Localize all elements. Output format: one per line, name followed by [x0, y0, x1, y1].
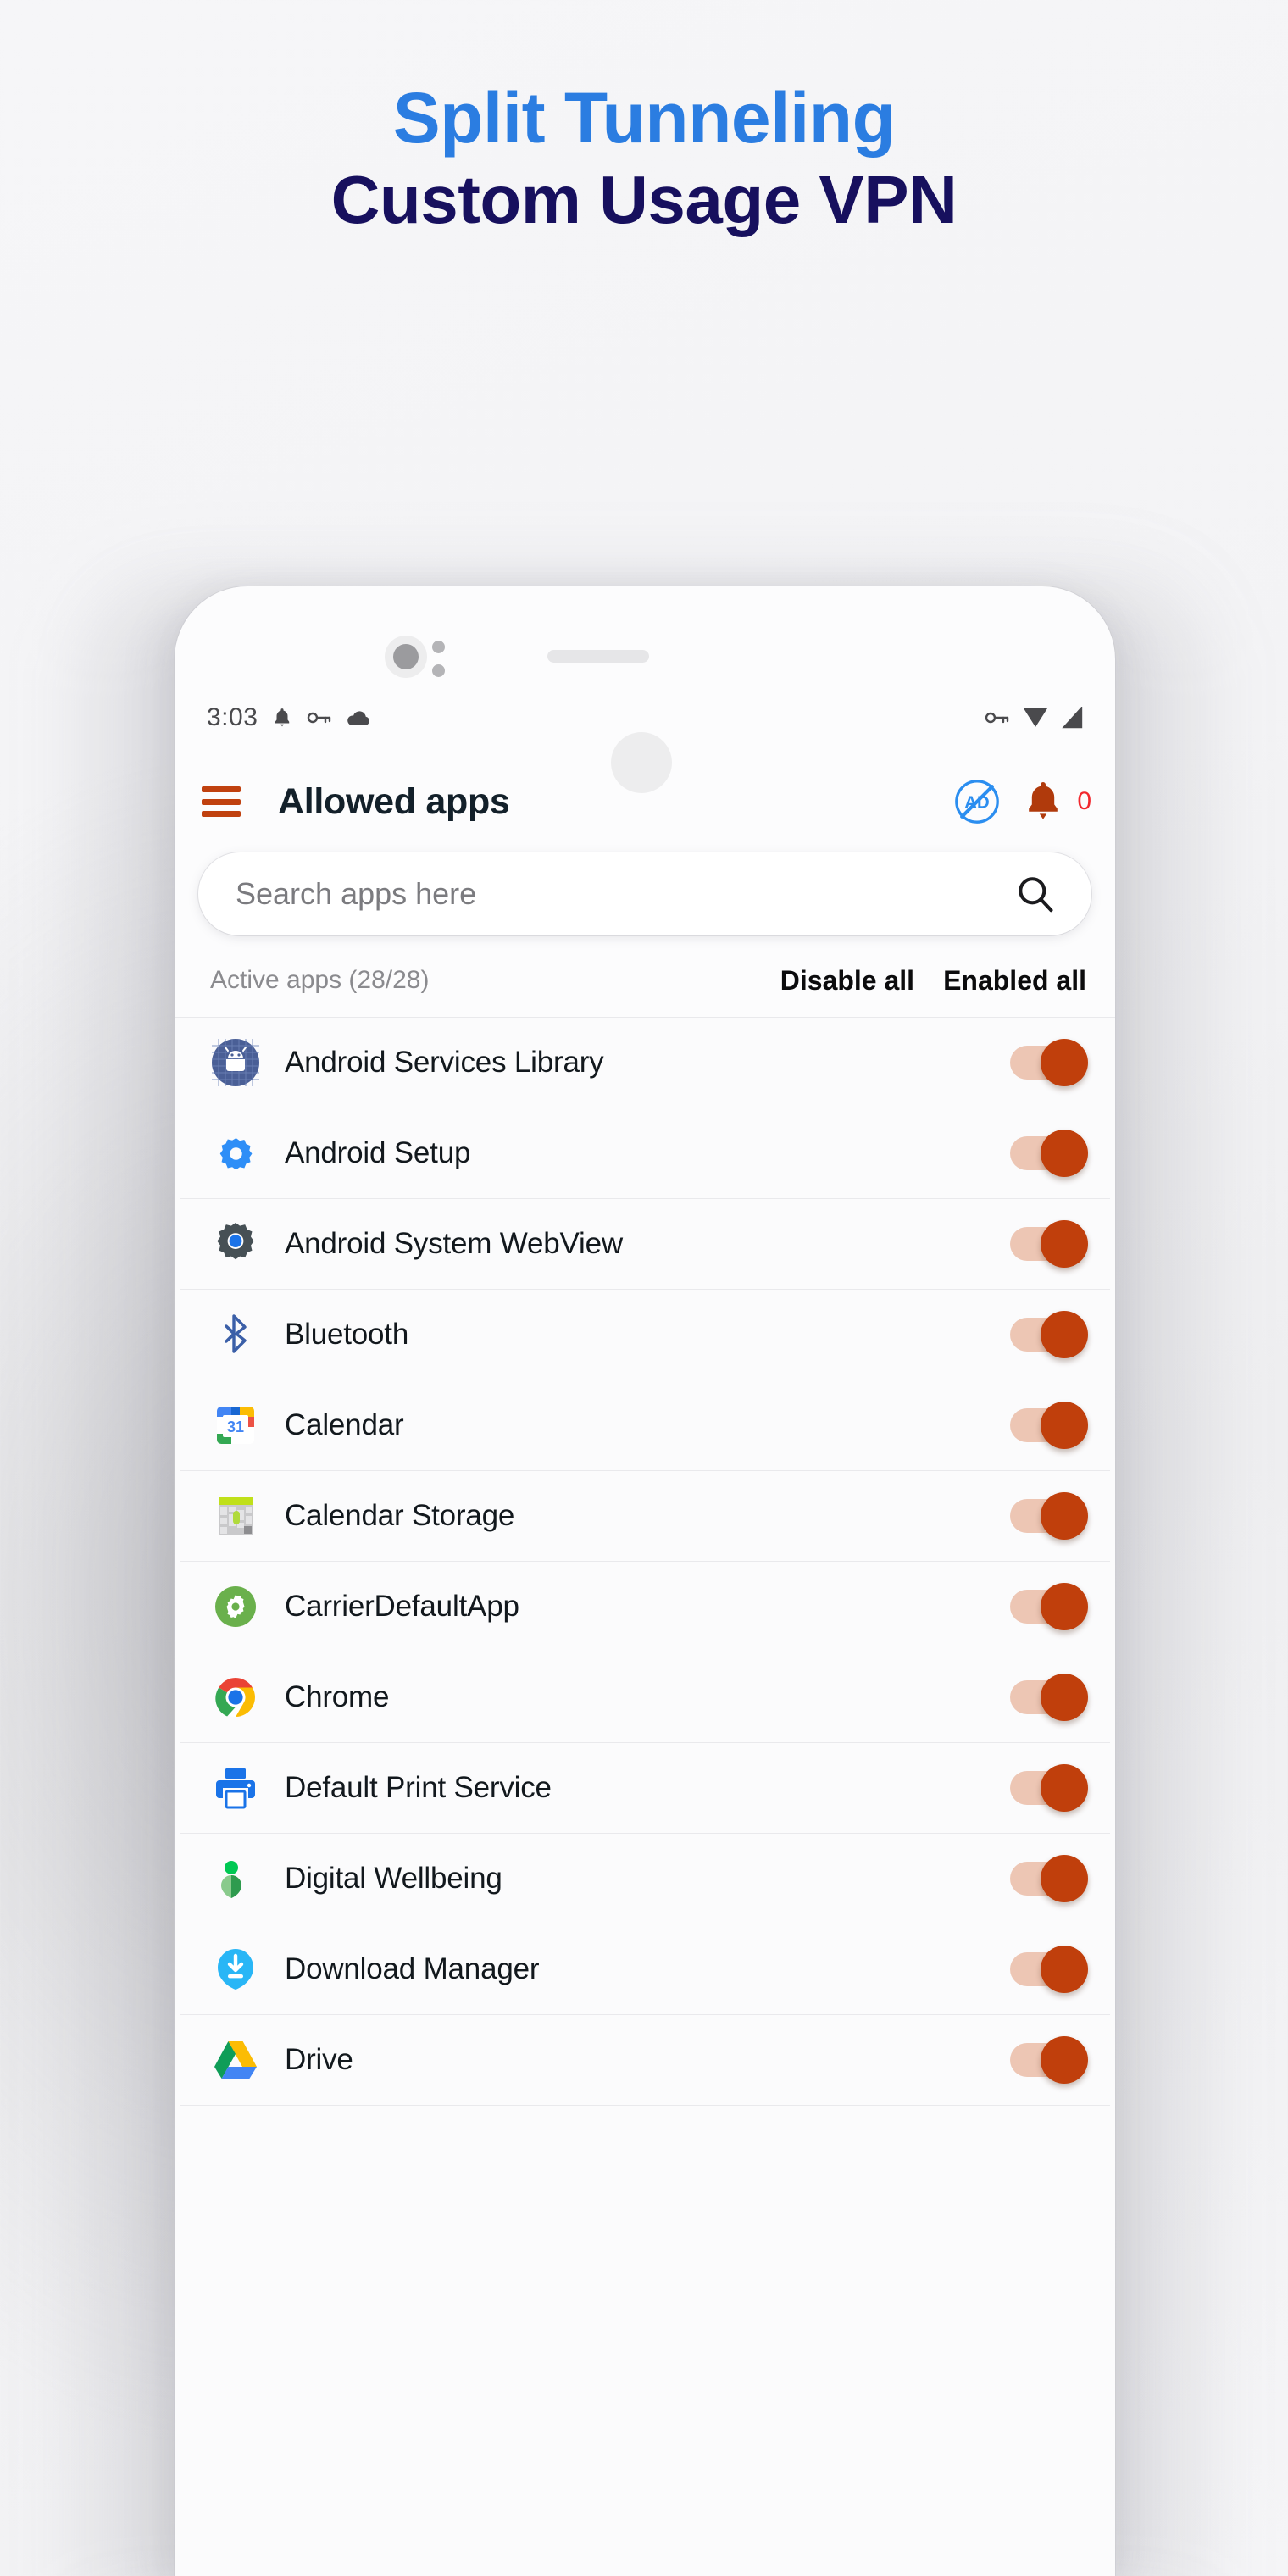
toggle-thumb	[1041, 1130, 1088, 1177]
google-calendar-icon: 31	[212, 1402, 259, 1449]
app-enable-toggle[interactable]	[1010, 1674, 1088, 1721]
key-icon	[985, 712, 1009, 724]
sensor-dot-icon	[432, 641, 445, 653]
sensor-dot-icon	[432, 664, 445, 677]
signal-icon	[1062, 707, 1083, 729]
app-list-row[interactable]: Default Print Service	[180, 1743, 1110, 1834]
promo-headline: Split Tunneling Custom Usage VPN	[0, 80, 1288, 238]
app-list-row[interactable]: CarrierDefaultApp	[180, 1562, 1110, 1652]
app-list-row[interactable]: Calendar Storage	[180, 1471, 1110, 1562]
page-title: Allowed apps	[278, 780, 510, 822]
google-drive-icon	[212, 2036, 259, 2084]
app-list-row[interactable]: Download Manager	[180, 1924, 1110, 2015]
disable-all-button[interactable]: Disable all	[780, 965, 914, 997]
toggle-thumb	[1041, 1855, 1088, 1902]
bluetooth-icon	[212, 1311, 259, 1358]
cloud-icon	[347, 711, 370, 725]
notification-badge: 0	[1077, 787, 1091, 815]
app-bar-actions: AD 0	[953, 778, 1091, 825]
app-name-label: Chrome	[285, 1680, 390, 1713]
app-enable-toggle[interactable]	[1010, 1220, 1088, 1268]
phone-mockup: 3:03 Allowed apps 0 Search apps here Act…	[175, 586, 1115, 2576]
app-list-row[interactable]: 31 Calendar	[180, 1380, 1110, 1471]
toggle-thumb	[1041, 1311, 1088, 1358]
wifi-icon	[1024, 708, 1047, 727]
download-manager-icon	[212, 1946, 259, 1993]
app-name-label: Digital Wellbeing	[285, 1862, 502, 1895]
app-list-row[interactable]: Android System WebView	[180, 1199, 1110, 1290]
calendar-storage-icon	[212, 1492, 259, 1540]
toggle-thumb	[1041, 1492, 1088, 1540]
app-name-label: Android Services Library	[285, 1046, 604, 1079]
app-name-label: Default Print Service	[285, 1771, 552, 1804]
headline-line-1: Split Tunneling	[392, 78, 896, 158]
app-enable-toggle[interactable]	[1010, 1946, 1088, 1993]
ad-block-icon[interactable]: AD	[953, 778, 1001, 825]
svg-text:31: 31	[227, 1418, 244, 1435]
toggle-thumb	[1041, 1674, 1088, 1721]
chrome-icon	[212, 1674, 259, 1721]
app-enable-toggle[interactable]	[1010, 1492, 1088, 1540]
front-camera-icon	[385, 636, 427, 678]
toggle-thumb	[1041, 1220, 1088, 1268]
app-list-row[interactable]: Chrome	[180, 1652, 1110, 1743]
status-bar-right	[985, 707, 1085, 729]
app-name-label: Download Manager	[285, 1952, 540, 1985]
app-list-row[interactable]: Android Services Library	[180, 1018, 1110, 1108]
toggle-thumb	[1041, 1946, 1088, 1993]
toggle-thumb	[1041, 1402, 1088, 1449]
hamburger-menu-icon[interactable]	[202, 786, 241, 817]
app-name-label: Android Setup	[285, 1136, 471, 1169]
app-name-label: CarrierDefaultApp	[285, 1590, 519, 1623]
android-setup-icon	[212, 1130, 259, 1177]
toggle-thumb	[1041, 1583, 1088, 1630]
app-name-label: Bluetooth	[285, 1318, 409, 1351]
enable-all-button[interactable]: Enabled all	[943, 965, 1086, 997]
app-enable-toggle[interactable]	[1010, 2036, 1088, 2084]
app-name-label: Android System WebView	[285, 1227, 623, 1260]
headline-line-2: Custom Usage VPN	[330, 162, 958, 238]
search-input-placeholder[interactable]: Search apps here	[236, 876, 1015, 912]
bell-icon	[275, 708, 290, 727]
toggle-thumb	[1041, 1764, 1088, 1812]
app-enable-toggle[interactable]	[1010, 1402, 1088, 1449]
bulk-action-group: Disable all Enabled all	[780, 965, 1086, 997]
app-name-label: Calendar	[285, 1408, 404, 1441]
toggle-thumb	[1041, 1039, 1088, 1086]
app-enable-toggle[interactable]	[1010, 1130, 1088, 1177]
app-enable-toggle[interactable]	[1010, 1583, 1088, 1630]
digital-wellbeing-icon	[212, 1855, 259, 1902]
bell-icon[interactable]	[1023, 780, 1063, 824]
app-enable-toggle[interactable]	[1010, 1311, 1088, 1358]
status-clock: 3:03	[207, 703, 258, 731]
app-enable-toggle[interactable]	[1010, 1855, 1088, 1902]
android-system-webview-icon	[212, 1220, 259, 1268]
app-list-row[interactable]: Drive	[180, 2015, 1110, 2106]
app-list[interactable]: Android Services Library Android Setup A…	[175, 1017, 1115, 2576]
app-enable-toggle[interactable]	[1010, 1039, 1088, 1086]
active-apps-count: Active apps (28/28)	[210, 966, 430, 994]
app-list-row[interactable]: Android Setup	[180, 1108, 1110, 1199]
key-icon	[308, 712, 331, 724]
status-bar-left: 3:03	[207, 703, 371, 732]
search-icon[interactable]	[1015, 874, 1056, 914]
android-services-library-icon	[212, 1039, 259, 1086]
app-name-label: Calendar Storage	[285, 1499, 515, 1532]
app-enable-toggle[interactable]	[1010, 1764, 1088, 1812]
earpiece-speaker	[547, 650, 649, 663]
list-header-row: Active apps (28/28) Disable all Enabled …	[175, 952, 1115, 1008]
app-name-label: Drive	[285, 2043, 353, 2076]
search-box[interactable]: Search apps here	[198, 852, 1091, 935]
search-bar[interactable]: Search apps here	[198, 852, 1091, 935]
carrier-default-app-icon	[212, 1583, 259, 1630]
toggle-thumb	[1041, 2036, 1088, 2084]
face-unlock-indicator	[611, 732, 672, 793]
app-list-row[interactable]: Digital Wellbeing	[180, 1834, 1110, 1924]
print-service-icon	[212, 1764, 259, 1812]
app-list-row[interactable]: Bluetooth	[180, 1290, 1110, 1380]
